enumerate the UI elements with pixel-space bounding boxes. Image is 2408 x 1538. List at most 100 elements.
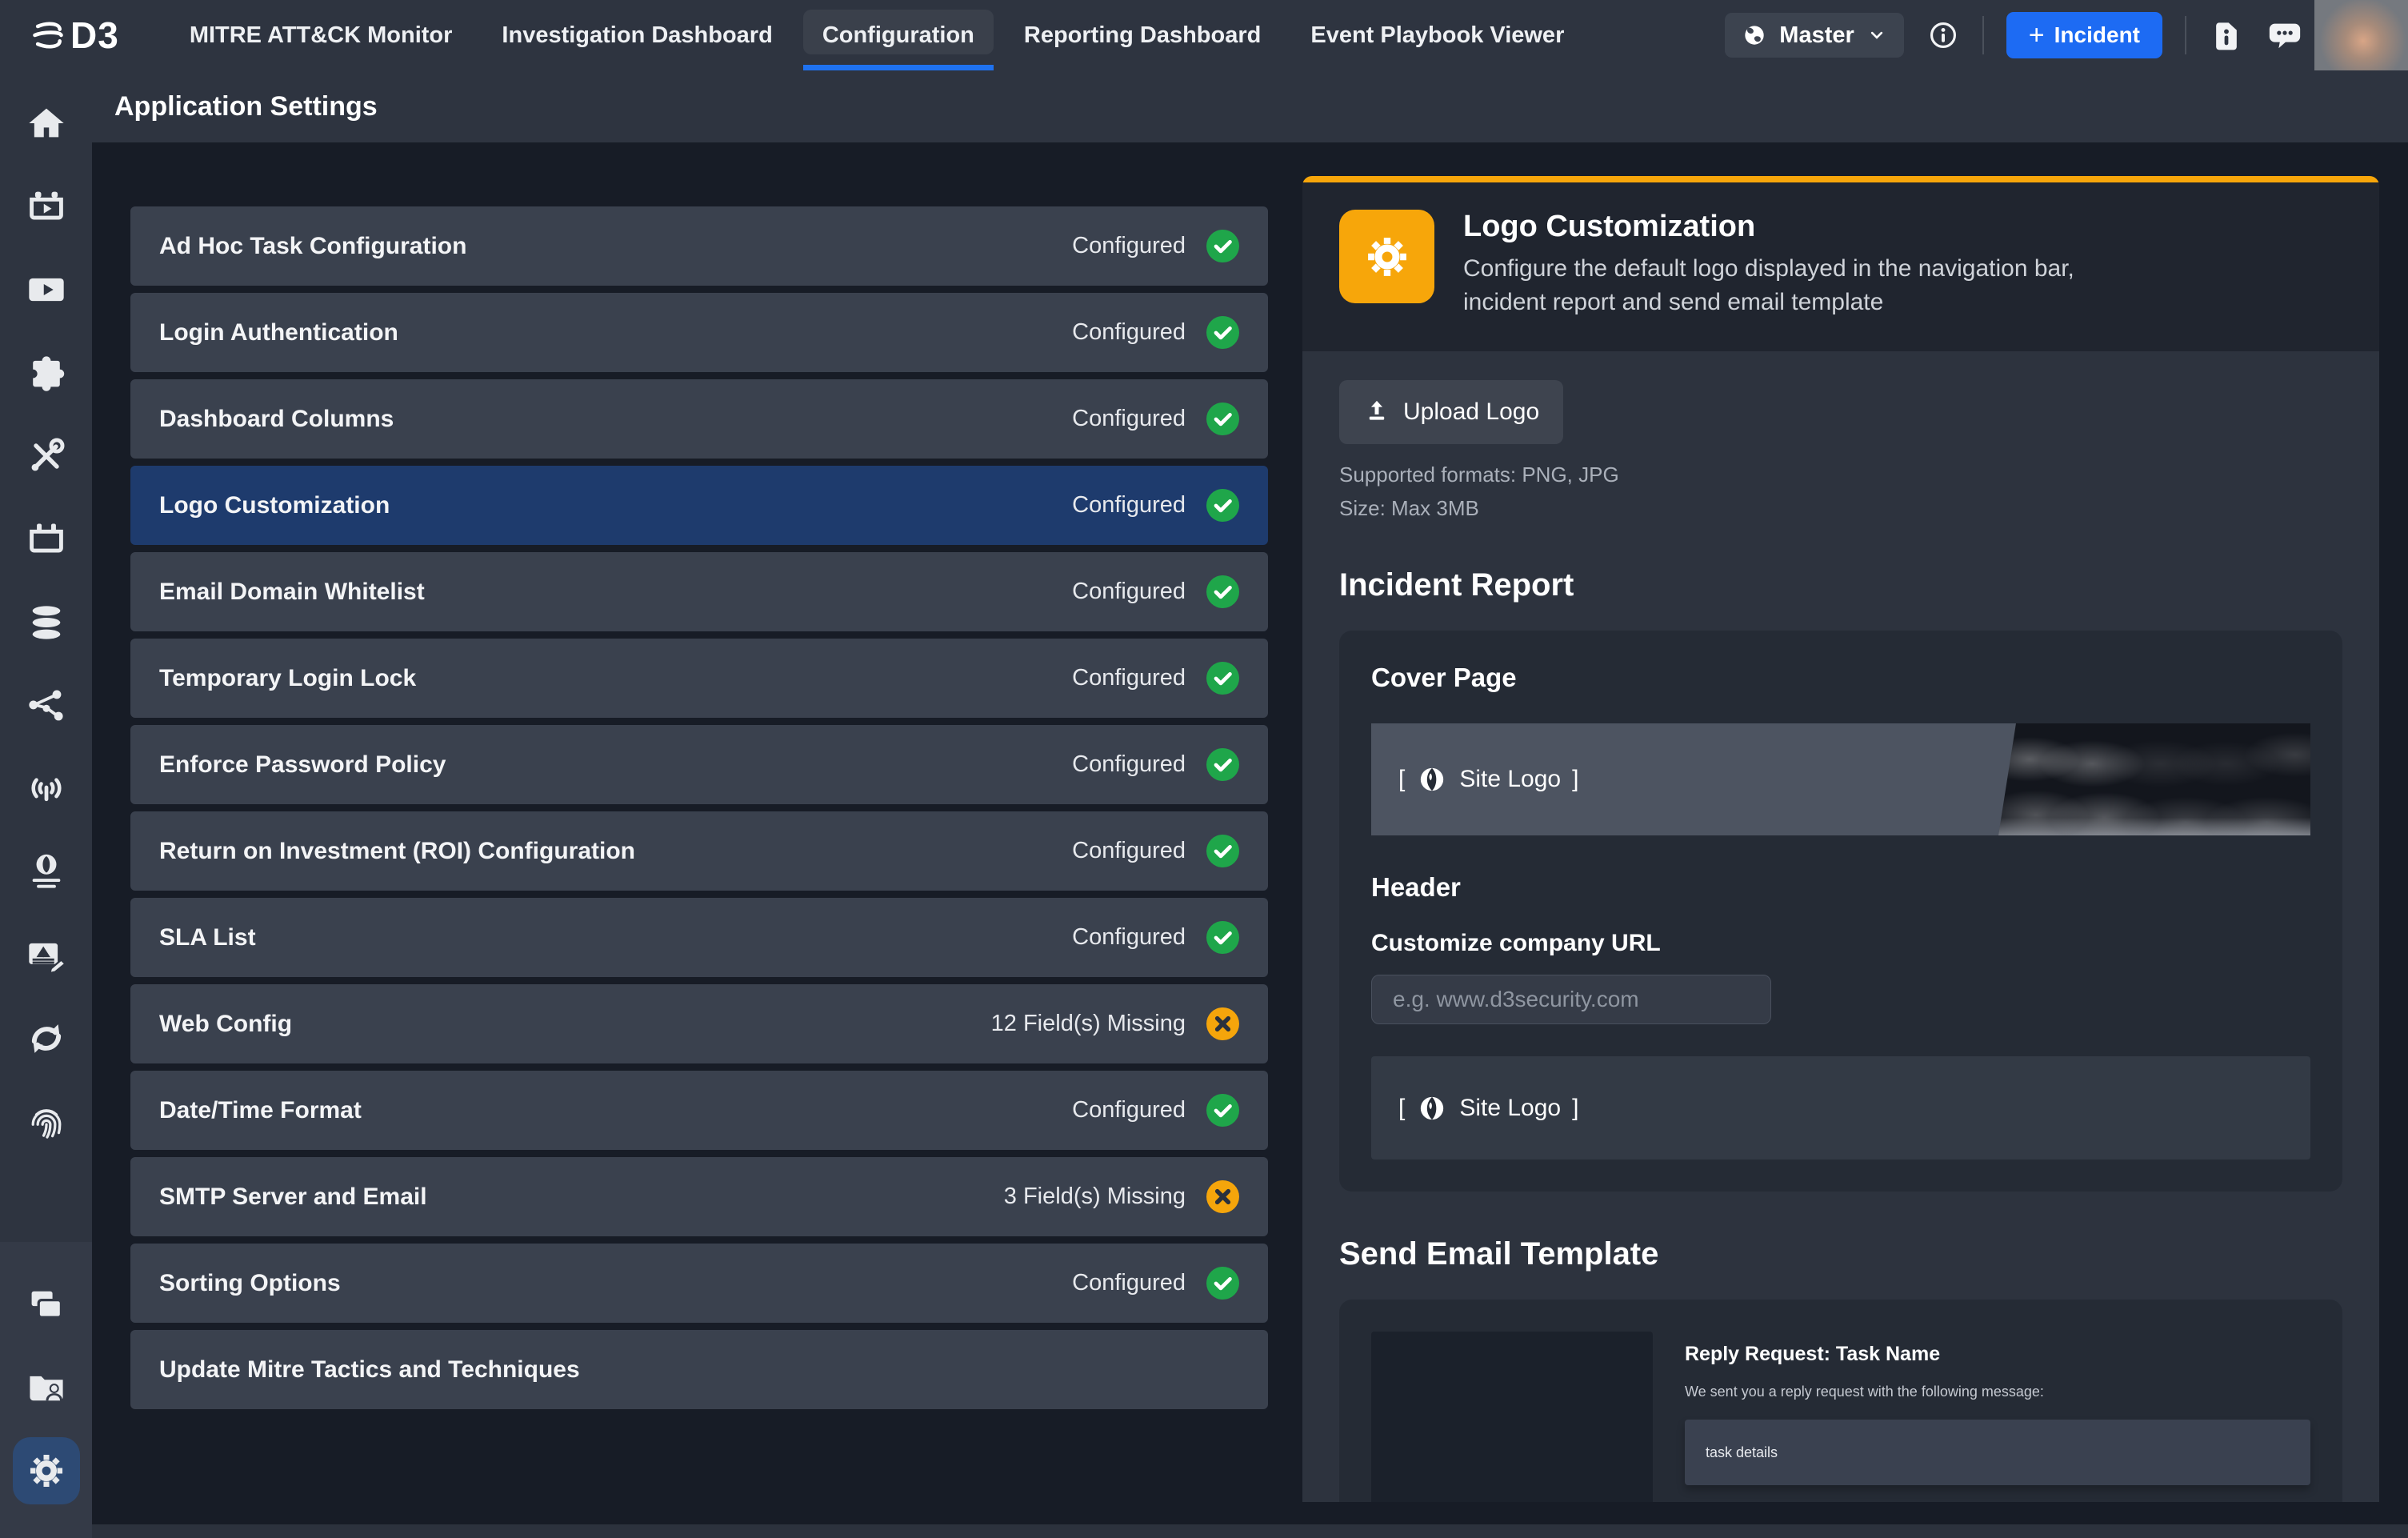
incident-edit-icon	[26, 935, 67, 976]
release-notes-button[interactable]	[2209, 18, 2244, 53]
check-circle-icon	[1206, 316, 1239, 349]
new-incident-button[interactable]: + Incident	[2006, 12, 2162, 58]
upload-logo-button[interactable]: Upload Logo	[1339, 380, 1563, 444]
check-circle-icon	[1206, 921, 1239, 954]
settings-row-web-config[interactable]: Web Config 12 Field(s) Missing	[130, 984, 1268, 1063]
horizontal-scrollbar[interactable]	[92, 1524, 2408, 1538]
check-circle-icon	[1206, 748, 1239, 781]
home-icon	[26, 102, 67, 144]
site-logo-label: Site Logo	[1459, 1095, 1561, 1122]
bracket-close: ]	[1572, 1095, 1578, 1122]
sidebar-item-folder-user[interactable]	[13, 1354, 80, 1421]
video-playbook-icon	[26, 269, 67, 310]
sidebar-item-video-playbook[interactable]	[13, 256, 80, 323]
site-selector-dropdown[interactable]: Master	[1725, 13, 1904, 58]
sidebar-item-fingerprint[interactable]	[13, 1088, 80, 1156]
site-selector-label: Master	[1779, 22, 1854, 49]
settings-row-smtp-server-and-email[interactable]: SMTP Server and Email 3 Field(s) Missing	[130, 1157, 1268, 1236]
settings-row-return-on-investment-roi-configuration[interactable]: Return on Investment (ROI) Configuration…	[130, 811, 1268, 891]
settings-row-update-mitre-tactics-and-techniques[interactable]: Update Mitre Tactics and Techniques	[130, 1330, 1268, 1409]
email-template-body: Reply Request: Task Name We sent you a r…	[1685, 1332, 2310, 1502]
check-circle-icon	[1206, 662, 1239, 695]
settings-row-ad-hoc-task-configuration[interactable]: Ad Hoc Task Configuration Configured	[130, 206, 1268, 286]
task-details-box: task details	[1685, 1420, 2310, 1485]
setting-status: Configured	[1072, 406, 1186, 432]
sidebar-item-gear[interactable]	[13, 1437, 80, 1504]
database-icon	[26, 602, 67, 643]
settings-row-date-time-format[interactable]: Date/Time Format Configured	[130, 1071, 1268, 1150]
sidebar-item-share-nodes[interactable]	[13, 672, 80, 739]
nav-tab-event-playbook-viewer[interactable]: Event Playbook Viewer	[1291, 0, 1583, 70]
nav-tab-label: Investigation Dashboard	[502, 22, 772, 49]
main-content: Application Settings Ad Hoc Task Configu…	[92, 70, 2408, 1538]
settings-row-login-authentication[interactable]: Login Authentication Configured	[130, 293, 1268, 372]
status-badge	[1206, 1180, 1239, 1213]
setting-status: Configured	[1072, 838, 1186, 864]
sidebar-item-broadcast[interactable]	[13, 755, 80, 823]
setting-status: Configured	[1072, 924, 1186, 951]
nav-tab-configuration[interactable]: Configuration	[803, 0, 994, 70]
primary-nav-tabs: MITRE ATT&CK Monitor Investigation Dashbo…	[170, 0, 1584, 70]
settings-row-temporary-login-lock[interactable]: Temporary Login Lock Configured	[130, 639, 1268, 718]
file-info-icon	[2209, 18, 2244, 53]
nav-tab-label: MITRE ATT&CK Monitor	[190, 22, 453, 49]
info-circle-icon	[1926, 18, 1960, 52]
settings-row-email-domain-whitelist[interactable]: Email Domain Whitelist Configured	[130, 552, 1268, 631]
company-url-input[interactable]	[1371, 975, 1771, 1024]
sidebar-item-database[interactable]	[13, 589, 80, 656]
plus-icon: +	[2029, 20, 2045, 51]
sidebar-item-home[interactable]	[13, 90, 80, 157]
sidebar-item-globe-lines[interactable]	[13, 839, 80, 906]
sidebar-item-windows[interactable]	[13, 1271, 80, 1338]
settings-row-enforce-password-policy[interactable]: Enforce Password Policy Configured	[130, 725, 1268, 804]
setting-status: Configured	[1072, 1097, 1186, 1123]
send-email-template-heading: Send Email Template	[1339, 1236, 2342, 1272]
status-badge	[1206, 575, 1239, 608]
sidebar-item-calendar-play[interactable]	[13, 173, 80, 240]
settings-row-sorting-options[interactable]: Sorting Options Configured	[130, 1244, 1268, 1323]
email-body-text: We sent you a reply request with the fol…	[1685, 1384, 2310, 1400]
setting-status: 3 Field(s) Missing	[1004, 1184, 1186, 1210]
info-button[interactable]	[1926, 18, 1960, 52]
chat-button[interactable]	[2266, 17, 2303, 54]
sidebar-item-sync[interactable]	[13, 1005, 80, 1072]
check-circle-icon	[1206, 1094, 1239, 1127]
puzzle-icon	[26, 352, 67, 394]
nav-tab-label: Configuration	[822, 22, 974, 49]
nav-tab-reporting-dashboard[interactable]: Reporting Dashboard	[1005, 0, 1280, 70]
gear-icon	[1362, 232, 1412, 282]
setting-status: Configured	[1072, 492, 1186, 519]
setting-label: Logo Customization	[159, 492, 390, 519]
folder-user-icon	[26, 1367, 67, 1408]
setting-status: Configured	[1072, 319, 1186, 346]
site-logo-label: Site Logo	[1459, 766, 1561, 793]
settings-row-dashboard-columns[interactable]: Dashboard Columns Configured	[130, 379, 1268, 459]
d3-swoosh-icon	[30, 18, 66, 53]
setting-status: 12 Field(s) Missing	[991, 1011, 1186, 1037]
sidebar-top-group	[0, 70, 92, 1172]
check-circle-icon	[1206, 403, 1239, 435]
sidebar-item-incident-edit[interactable]	[13, 922, 80, 989]
status-badge	[1206, 662, 1239, 695]
nav-tab-investigation-dashboard[interactable]: Investigation Dashboard	[482, 0, 791, 70]
gear-icon	[26, 1450, 67, 1492]
status-badge	[1206, 403, 1239, 435]
panel-body: Upload Logo Supported formats: PNG, JPG …	[1302, 351, 2379, 1502]
icon-sidebar	[0, 70, 92, 1538]
settings-row-sla-list[interactable]: SLA List Configured	[130, 898, 1268, 977]
setting-label: Sorting Options	[159, 1270, 341, 1297]
setting-label: Return on Investment (ROI) Configuration	[159, 838, 635, 865]
chat-bubble-icon	[2266, 17, 2303, 54]
fingerprint-icon	[26, 1101, 67, 1143]
application-window: D3 MITRE ATT&CK Monitor Investigation Das…	[0, 0, 2408, 1538]
user-avatar[interactable]	[2314, 0, 2408, 70]
nav-tab-mitre-att-ck-monitor[interactable]: MITRE ATT&CK Monitor	[170, 0, 472, 70]
d3-logo[interactable]: D3	[30, 14, 119, 57]
avatar-photo	[2314, 0, 2408, 70]
sidebar-item-tools[interactable]	[13, 423, 80, 490]
sidebar-item-calendar[interactable]	[13, 506, 80, 573]
sidebar-item-puzzle[interactable]	[13, 339, 80, 407]
incident-button-label: Incident	[2054, 22, 2140, 48]
sidebar-bottom-group	[0, 1242, 92, 1538]
settings-row-logo-customization[interactable]: Logo Customization Configured	[130, 466, 1268, 545]
